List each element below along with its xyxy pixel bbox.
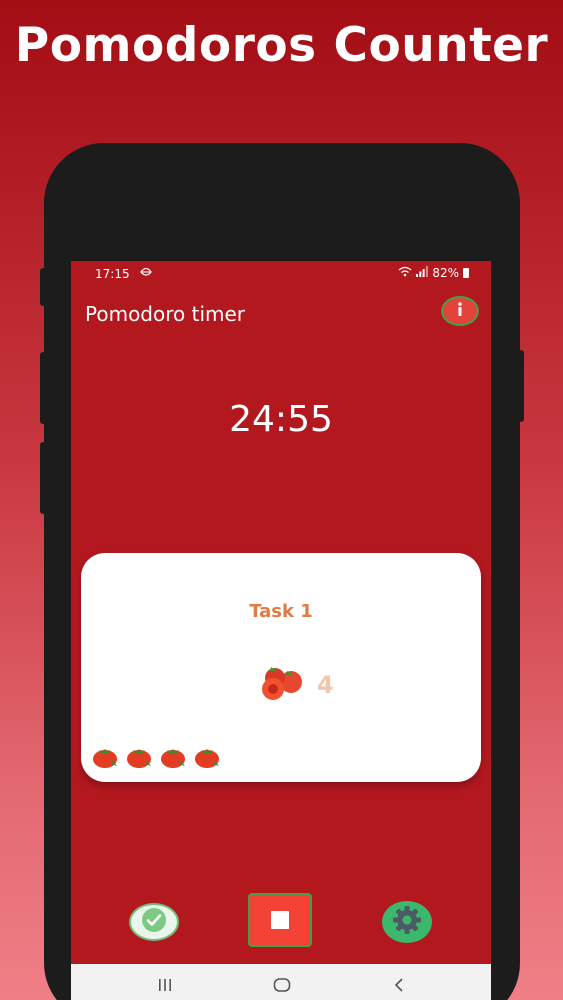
task-card[interactable]: Task 1 4 (81, 553, 481, 782)
recents-icon[interactable] (157, 977, 173, 996)
tomato-icon (193, 746, 221, 772)
navigation-bar (71, 964, 491, 1000)
back-icon[interactable] (393, 977, 405, 996)
status-bar: 17:15 82% (71, 261, 491, 287)
stop-icon (271, 911, 289, 929)
checkmark-icon (141, 907, 167, 937)
bottom-actions (71, 891, 491, 951)
timer-display: 24:55 (229, 399, 333, 440)
info-icon (453, 301, 467, 321)
tomato-icon (125, 746, 153, 772)
battery-level: 82% (432, 266, 459, 280)
settings-button[interactable] (382, 901, 432, 943)
battery-icon (463, 268, 469, 278)
wifi-icon (398, 266, 412, 280)
signal-icon (416, 266, 429, 280)
pomodoro-count: 4 (317, 671, 334, 699)
tomato-icon (257, 665, 305, 705)
info-button[interactable] (441, 296, 479, 326)
gear-icon (392, 905, 422, 939)
status-indicators: 82% (398, 266, 469, 280)
home-icon[interactable] (273, 977, 291, 996)
tomato-icon (91, 746, 119, 772)
stop-button[interactable] (248, 893, 312, 947)
app-title: Pomodoro timer (85, 302, 246, 326)
tomato-icon (159, 746, 187, 772)
banner-title: Pomodoros Counter (14, 18, 549, 73)
done-button[interactable] (129, 903, 179, 941)
task-title: Task 1 (249, 601, 313, 622)
app-screen: 17:15 82% Pomodoro timer 24:55 Task 1 4 (71, 261, 491, 1000)
notification-icon (139, 266, 153, 281)
status-time: 17:15 (95, 267, 130, 281)
completed-tomatoes (91, 746, 221, 772)
